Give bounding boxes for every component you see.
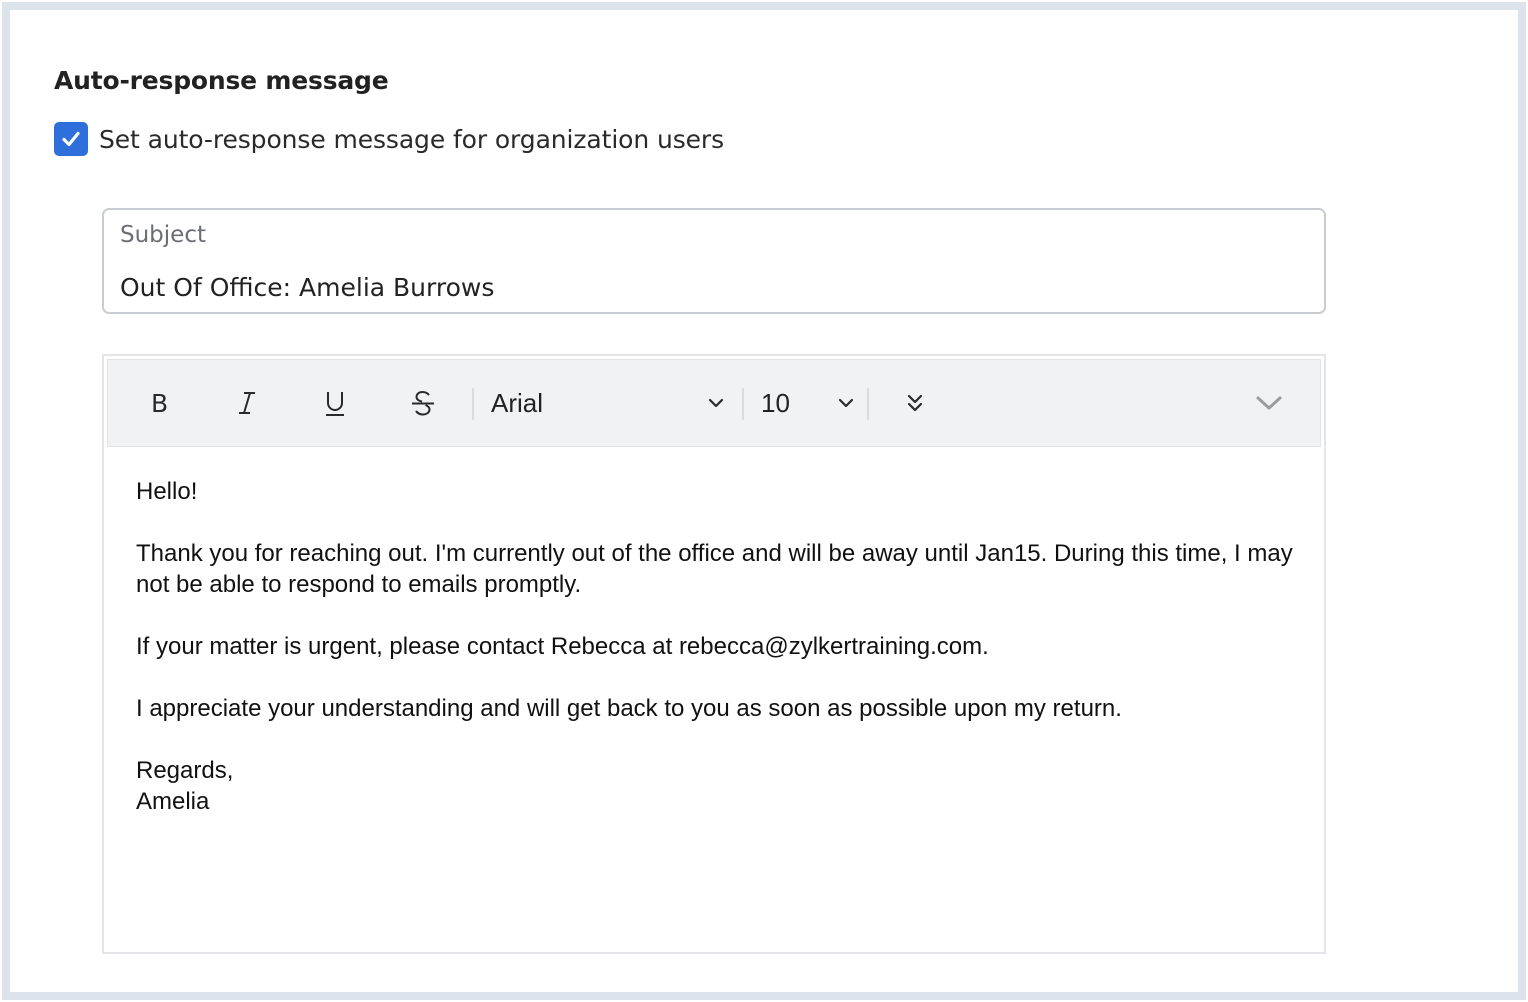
chevron-down-icon [1256,396,1282,410]
message-greeting: Hello! [136,478,198,505]
message-paragraph: I appreciate your understanding and will… [136,695,1122,722]
underline-icon [326,392,344,416]
chevron-down-icon [838,398,854,408]
strikethrough-icon [412,390,434,416]
message-signature: Amelia [136,788,210,815]
checkmark-icon [62,131,80,147]
toolbar-divider [742,388,744,420]
message-body[interactable]: Hello! Thank you for reaching out. I'm c… [136,476,1296,817]
double-chevron-down-icon [907,394,923,412]
checkbox-label: Set auto-response message for organizati… [99,124,725,154]
auto-response-checkbox[interactable] [54,122,88,156]
font-family-value: Arial [491,387,544,418]
italic-icon [239,392,255,414]
italic-button[interactable] [224,380,270,426]
message-editor[interactable]: B Arial 10 Hello! Thank you for reaching… [102,354,1326,954]
message-paragraph: If your matter is urgent, please contact… [136,633,989,660]
subject-label: Subject [120,222,206,248]
toolbar-collapse-button[interactable] [1246,380,1292,426]
underline-button[interactable] [312,380,358,426]
font-family-select[interactable]: Arial [491,382,731,424]
settings-panel: Auto-response message Set auto-response … [2,2,1526,1000]
strikethrough-button[interactable] [400,380,446,426]
svg-text:B: B [151,390,168,416]
editor-toolbar: B Arial 10 [107,359,1321,447]
toolbar-divider [472,388,474,420]
subject-input[interactable] [120,270,1300,304]
bold-button[interactable]: B [136,380,182,426]
message-paragraph: Thank you for reaching out. I'm currentl… [136,540,1293,598]
bold-icon: B [151,390,168,416]
section-title: Auto-response message [54,66,389,95]
auto-response-checkbox-row[interactable]: Set auto-response message for organizati… [54,122,724,156]
message-signoff: Regards, [136,757,234,784]
more-options-button[interactable] [892,380,938,426]
chevron-down-icon [708,398,724,408]
font-size-value: 10 [761,387,790,418]
toolbar-divider [867,388,869,420]
font-size-select[interactable]: 10 [761,382,861,424]
subject-field[interactable]: Subject [102,208,1326,314]
